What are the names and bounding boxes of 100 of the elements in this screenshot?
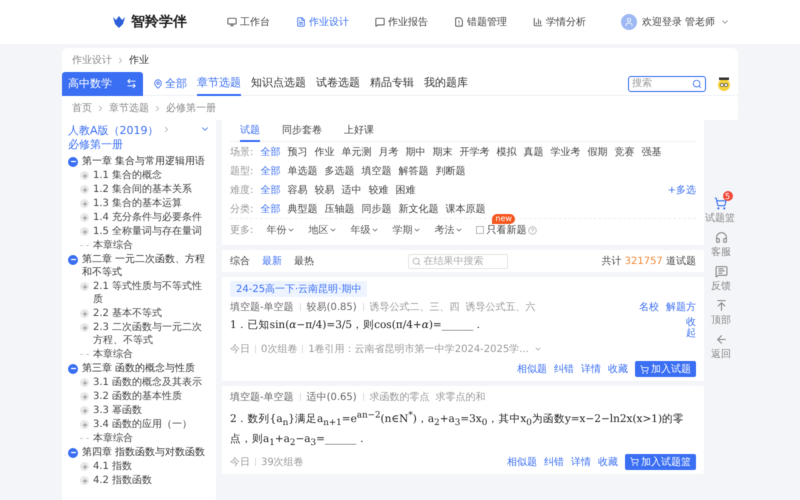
filter-option[interactable]: 解答题 [398,164,428,178]
add-to-basket-button[interactable]: 加入试题 [635,361,696,377]
filter-option[interactable]: 模拟 [496,144,516,158]
collapse-link[interactable]: 收起 [686,317,696,339]
filter-option[interactable]: 较难 [368,182,388,196]
filter-option[interactable]: 预习 [287,144,308,158]
plus-icon[interactable] [80,378,89,387]
breadcrumb-link[interactable]: 首页 [72,101,92,115]
sort-option[interactable]: 综合 [230,254,250,268]
filter-option[interactable]: 作业 [314,144,334,158]
filter-option[interactable]: 较易 [314,182,334,196]
filter-option[interactable]: 新文化题 [398,202,438,216]
section-item[interactable]: 1.2 集合间的基本关系 [93,183,192,196]
plus-icon[interactable] [80,406,89,415]
tab[interactable]: 精品专辑 [370,72,414,96]
filter-option[interactable]: 竞赛 [614,144,634,158]
filter-dropdown[interactable]: 学期 [392,223,422,237]
section-item[interactable]: 本章综合 [93,348,133,361]
filter-option[interactable]: 期中 [405,144,426,158]
section-item[interactable]: 2.2 基本不等式 [93,307,162,320]
section-item[interactable]: 3.3 幂函数 [93,404,142,417]
plus-icon[interactable] [80,227,89,236]
chapter-item[interactable]: 第一章 集合与常用逻辑用语 [82,155,206,168]
basket-tool[interactable]: 5 试题篮 [705,190,737,225]
section-item[interactable]: 2.1 等式性质与不等式性质 [93,280,210,306]
nav-link[interactable]: 学情分析 [533,15,586,29]
location-dropdown[interactable]: 全部 [153,76,187,91]
subject-button[interactable]: 高中数学 [62,72,143,96]
action-link[interactable]: 相似题 [517,362,547,376]
tab[interactable]: 同步套卷 [282,120,322,142]
chapter-item[interactable]: 第三章 函数的概念与性质 [82,362,196,375]
filter-option[interactable]: 典型题 [287,202,318,216]
sort-option[interactable]: 最热 [294,254,314,268]
filter-option[interactable]: 填空题 [361,164,392,178]
filter-option[interactable]: 多选题 [324,164,354,178]
minus-icon[interactable] [68,364,78,374]
filter-dropdown[interactable]: 考法 [434,223,464,237]
link[interactable]: 解题方 [666,300,696,314]
section-item[interactable]: 4.1 指数 [93,460,132,473]
tab[interactable]: 章节选题 [197,72,241,96]
section-item[interactable]: 本章综合 [93,432,133,445]
checkbox-label[interactable]: 只看新题 [486,223,526,237]
chapter-item[interactable]: 第四章 指数函数与对数函数 [82,446,206,459]
nav-link[interactable]: 错题管理 [454,15,507,29]
section-item[interactable]: 2.3 二次函数与一元二次方程、不等式 [93,321,210,347]
plus-icon[interactable] [80,392,89,401]
tab[interactable]: 试题 [240,120,260,142]
filter-option[interactable]: 容易 [287,182,308,196]
filter-option[interactable]: 全部 [260,182,280,196]
filter-option[interactable]: 期末 [432,144,452,158]
minus-icon[interactable] [68,448,78,458]
checkbox[interactable] [476,226,484,234]
multi-select-link[interactable]: +多选 [668,182,696,196]
breadcrumb-link[interactable]: 作业设计 [72,53,112,67]
chapter-item[interactable]: 第二章 一元二次函数、方程和不等式 [82,253,210,279]
filter-option[interactable]: 课本原题 [445,202,486,216]
filter-option[interactable]: 判断题 [435,164,466,178]
filter-dropdown[interactable]: 年级 [350,223,380,237]
section-item[interactable]: 3.4 函数的应用（一） [93,418,192,431]
action-link[interactable]: 收藏 [598,454,618,469]
filter-dropdown[interactable]: 地区 [308,223,338,237]
action-link[interactable]: 纠错 [554,362,574,376]
plus-icon[interactable] [80,323,89,332]
filter-option[interactable]: 困难 [395,182,416,196]
action-link[interactable]: 详情 [581,362,601,376]
filter-option[interactable]: 学业考 [550,144,580,158]
section-item[interactable]: 1.3 集合的基本运算 [93,197,182,210]
link[interactable]: 名校 [639,300,659,314]
plus-icon[interactable] [80,476,89,485]
breadcrumb-link[interactable]: 作业 [129,53,149,67]
minus-icon[interactable] [68,156,78,166]
plus-icon[interactable] [80,185,89,194]
source-tag[interactable]: 24-25高一下·云南昆明·期中 [230,281,368,297]
filter-option[interactable]: 单元测 [341,144,372,158]
filter-dropdown[interactable]: 年份 [266,223,296,237]
sort-option[interactable]: 最新 [262,254,282,268]
nav-link[interactable]: 工作台 [227,15,270,29]
filter-option[interactable]: 月考 [378,144,398,158]
add-to-basket-button[interactable]: 加入试题篮 [625,454,696,470]
action-link[interactable]: 详情 [571,454,591,469]
help-icon[interactable] [528,226,538,234]
plus-icon[interactable] [80,420,89,429]
tab[interactable]: 上好课 [344,120,374,142]
tab[interactable]: 知识点选题 [251,72,306,96]
breadcrumb-link[interactable]: 章节选题 [109,101,149,115]
plus-icon[interactable] [80,199,89,208]
action-link[interactable]: 纠错 [544,454,564,469]
filter-option[interactable]: 开学考 [459,144,490,158]
filter-option[interactable]: 全部 [260,202,280,216]
plus-icon[interactable] [80,282,89,291]
result-search-field[interactable]: 在结果中搜索 [408,254,508,268]
plus-icon[interactable] [80,171,89,180]
edition-title[interactable]: 人教A版（2019） [68,124,159,137]
section-item[interactable]: 1.4 充分条件与必要条件 [93,211,202,224]
search-field[interactable]: 搜索 [628,76,706,92]
section-item[interactable]: 1.1 集合的概念 [93,169,162,182]
filter-option[interactable]: 压轴题 [324,202,354,216]
filter-option[interactable]: 假期 [587,144,608,158]
chevron-icon[interactable] [534,345,542,353]
plus-icon[interactable] [80,309,89,318]
